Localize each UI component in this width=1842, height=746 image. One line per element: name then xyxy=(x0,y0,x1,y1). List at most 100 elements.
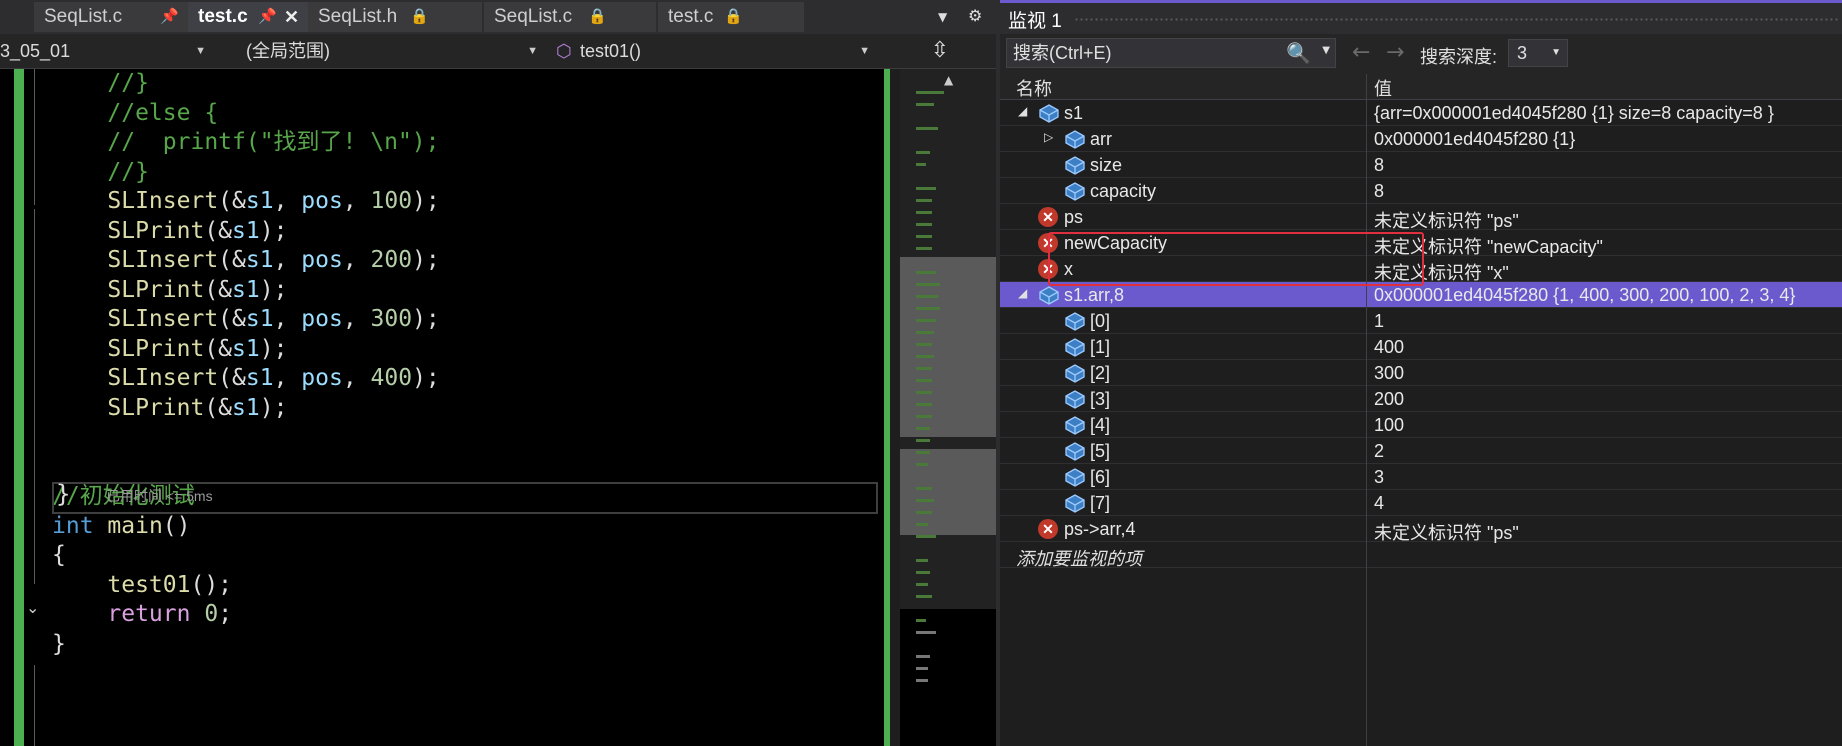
watch-row[interactable]: ◢ s1 {arr=0x000001ed4045f280 {1} size=8 ca… xyxy=(1000,100,1842,126)
fold-guide xyxy=(34,209,35,584)
watch-item-value: 3 xyxy=(1374,467,1385,487)
search-input[interactable] xyxy=(1007,39,1277,67)
watch-row[interactable]: ✕ ps->arr,4 未定义标识符 "ps" xyxy=(1000,516,1842,543)
watch-title-bar[interactable]: 监视 1 xyxy=(1000,0,1842,34)
watch-row[interactable]: [7] 4 xyxy=(1000,490,1842,516)
code-token: , xyxy=(273,247,302,273)
minimap[interactable]: ▲ xyxy=(884,69,996,746)
object-icon xyxy=(1064,467,1086,487)
code-token: s1 xyxy=(245,365,274,391)
code-token: (& xyxy=(204,394,233,421)
object-icon xyxy=(1064,363,1086,383)
tab-seqlist-c[interactable]: SeqList.c 📌 xyxy=(34,2,190,32)
watch-row[interactable]: capacity 8 xyxy=(1000,178,1842,204)
minimap-line xyxy=(916,535,936,538)
minimap-line xyxy=(916,343,932,346)
minimap-line xyxy=(916,187,936,190)
function-dropdown[interactable]: ⬡ test01() ▼ xyxy=(550,37,876,65)
minimap-preview[interactable]: ▲ xyxy=(900,69,996,746)
code-token: (& xyxy=(204,276,233,303)
watch-row[interactable]: [2] 300 xyxy=(1000,360,1842,386)
lock-icon: 🔒 xyxy=(724,8,743,25)
object-icon xyxy=(1064,389,1086,409)
minimap-line xyxy=(916,487,932,490)
watch-row[interactable]: [6] 3 xyxy=(1000,464,1842,490)
pin-icon[interactable]: 📌 xyxy=(258,2,277,32)
back-arrow-icon[interactable]: ← xyxy=(1352,40,1370,65)
column-divider[interactable] xyxy=(1366,74,1367,746)
code-token: ); xyxy=(259,335,288,362)
watch-item-value: 8 xyxy=(1374,155,1385,175)
gear-icon[interactable]: ⚙ xyxy=(968,6,982,25)
search-depth-select[interactable]: 3 ▼ xyxy=(1508,39,1568,67)
code-area[interactable]: //} //else { // printf("找到了! \n"); //} S… xyxy=(0,69,884,746)
scroll-up-icon[interactable]: ▲ xyxy=(944,73,953,87)
scope-dropdown[interactable]: (全局范围) ▼ xyxy=(214,37,544,65)
watch-row[interactable]: size 8 xyxy=(1000,152,1842,178)
document-tab-bar: SeqList.c 📌 test.c 📌 ✕ SeqList.h 🔒 SeqLi… xyxy=(0,0,996,34)
search-depth-label: 搜索深度: xyxy=(1420,47,1498,67)
minimap-viewport[interactable] xyxy=(900,257,996,437)
tab-test-c-readonly[interactable]: test.c 🔒 xyxy=(658,2,804,32)
object-icon xyxy=(1064,415,1086,435)
code-token: SLInsert xyxy=(52,247,219,273)
code-token: // printf("找到了! \n"); xyxy=(52,129,440,155)
minimap-line xyxy=(916,679,928,682)
collapsed-triangle-icon[interactable]: ▷ xyxy=(1044,130,1053,144)
minimap-line xyxy=(916,667,928,670)
minimap-line xyxy=(916,427,930,430)
minimap-line xyxy=(916,463,928,466)
watch-row[interactable]: [3] 200 xyxy=(1000,386,1842,412)
minimap-line xyxy=(916,451,930,454)
expanded-triangle-icon[interactable]: ◢ xyxy=(1018,104,1027,118)
watch-item-name: [0] xyxy=(1090,311,1111,331)
function-name: test01() xyxy=(580,41,642,61)
minimap-line xyxy=(916,211,932,214)
search-box[interactable]: 🔍 ▼ xyxy=(1006,38,1336,68)
tab-seqlist-h[interactable]: SeqList.h 🔒 xyxy=(308,2,482,32)
project-name: 3_05_01 xyxy=(0,41,71,61)
watch-row[interactable]: ✕ ps 未定义标识符 "ps" xyxy=(1000,204,1842,231)
minimap-viewport-lower xyxy=(900,449,996,535)
add-watch-row[interactable]: 添加要监视的项 xyxy=(1000,542,1842,569)
forward-arrow-icon[interactable]: → xyxy=(1386,40,1404,65)
minimap-line xyxy=(916,391,932,394)
code-token: SLPrint xyxy=(52,276,205,303)
tab-seqlist-c-readonly[interactable]: SeqList.c 🔒 xyxy=(484,2,656,32)
watch-item-name: [6] xyxy=(1090,467,1111,487)
watch-row[interactable]: [4] 100 xyxy=(1000,412,1842,438)
watch-item-value: 4 xyxy=(1374,493,1385,513)
watch-row[interactable]: [5] 2 xyxy=(1000,438,1842,464)
project-dropdown[interactable]: 3_05_01 ▼ xyxy=(0,37,212,65)
watch-item-value: 300 xyxy=(1374,363,1405,383)
minimap-line xyxy=(916,619,926,622)
search-icon[interactable]: 🔍 xyxy=(1286,41,1311,65)
watch-row[interactable]: [1] 400 xyxy=(1000,334,1842,360)
code-token: //} xyxy=(52,158,149,185)
code-token: SLPrint xyxy=(52,335,205,362)
watch-window: 监视 1 🔍 ▼ ← → 搜索深度: 3 ▼ 名称 值 ◢ s1 {arr=0x00… xyxy=(996,0,1842,746)
column-header-value[interactable]: 值 xyxy=(1374,75,1392,101)
code-token: ); xyxy=(259,394,288,421)
minimap-line xyxy=(916,583,928,586)
code-token: () xyxy=(162,512,191,539)
code-token: SLInsert xyxy=(52,306,219,332)
code-token: ); xyxy=(259,276,288,303)
close-icon[interactable]: ✕ xyxy=(284,2,299,32)
column-header-name[interactable]: 名称 xyxy=(1016,75,1052,101)
watch-row[interactable]: ▷ arr 0x000001ed4045f280 {1} xyxy=(1000,126,1842,152)
navigation-bar: 3_05_01 ▼ (全局范围) ▼ ⬡ test01() ▼ ⇳ xyxy=(0,34,996,69)
collapse-icon[interactable]: ⌄ xyxy=(26,598,39,617)
split-window-button[interactable]: ⇳ xyxy=(920,37,960,65)
chevron-down-icon[interactable]: ▼ xyxy=(1322,45,1330,56)
expanded-triangle-icon[interactable]: ◢ xyxy=(1018,286,1027,300)
watch-grid: 名称 值 ◢ s1 {arr=0x000001ed4045f280 {1} size… xyxy=(1000,74,1842,746)
tab-test-c[interactable]: test.c 📌 ✕ xyxy=(188,2,310,32)
tab-list-dropdown-icon[interactable]: ▼ xyxy=(938,10,947,24)
object-icon xyxy=(1064,493,1086,513)
watch-item-value: 0x000001ed4045f280 {1, 400, 300, 200, 10… xyxy=(1374,285,1796,305)
pin-icon[interactable]: 📌 xyxy=(160,2,179,32)
drag-grip[interactable] xyxy=(1074,17,1838,23)
code-token: , xyxy=(342,247,371,273)
watch-row[interactable]: [0] 1 xyxy=(1000,308,1842,334)
